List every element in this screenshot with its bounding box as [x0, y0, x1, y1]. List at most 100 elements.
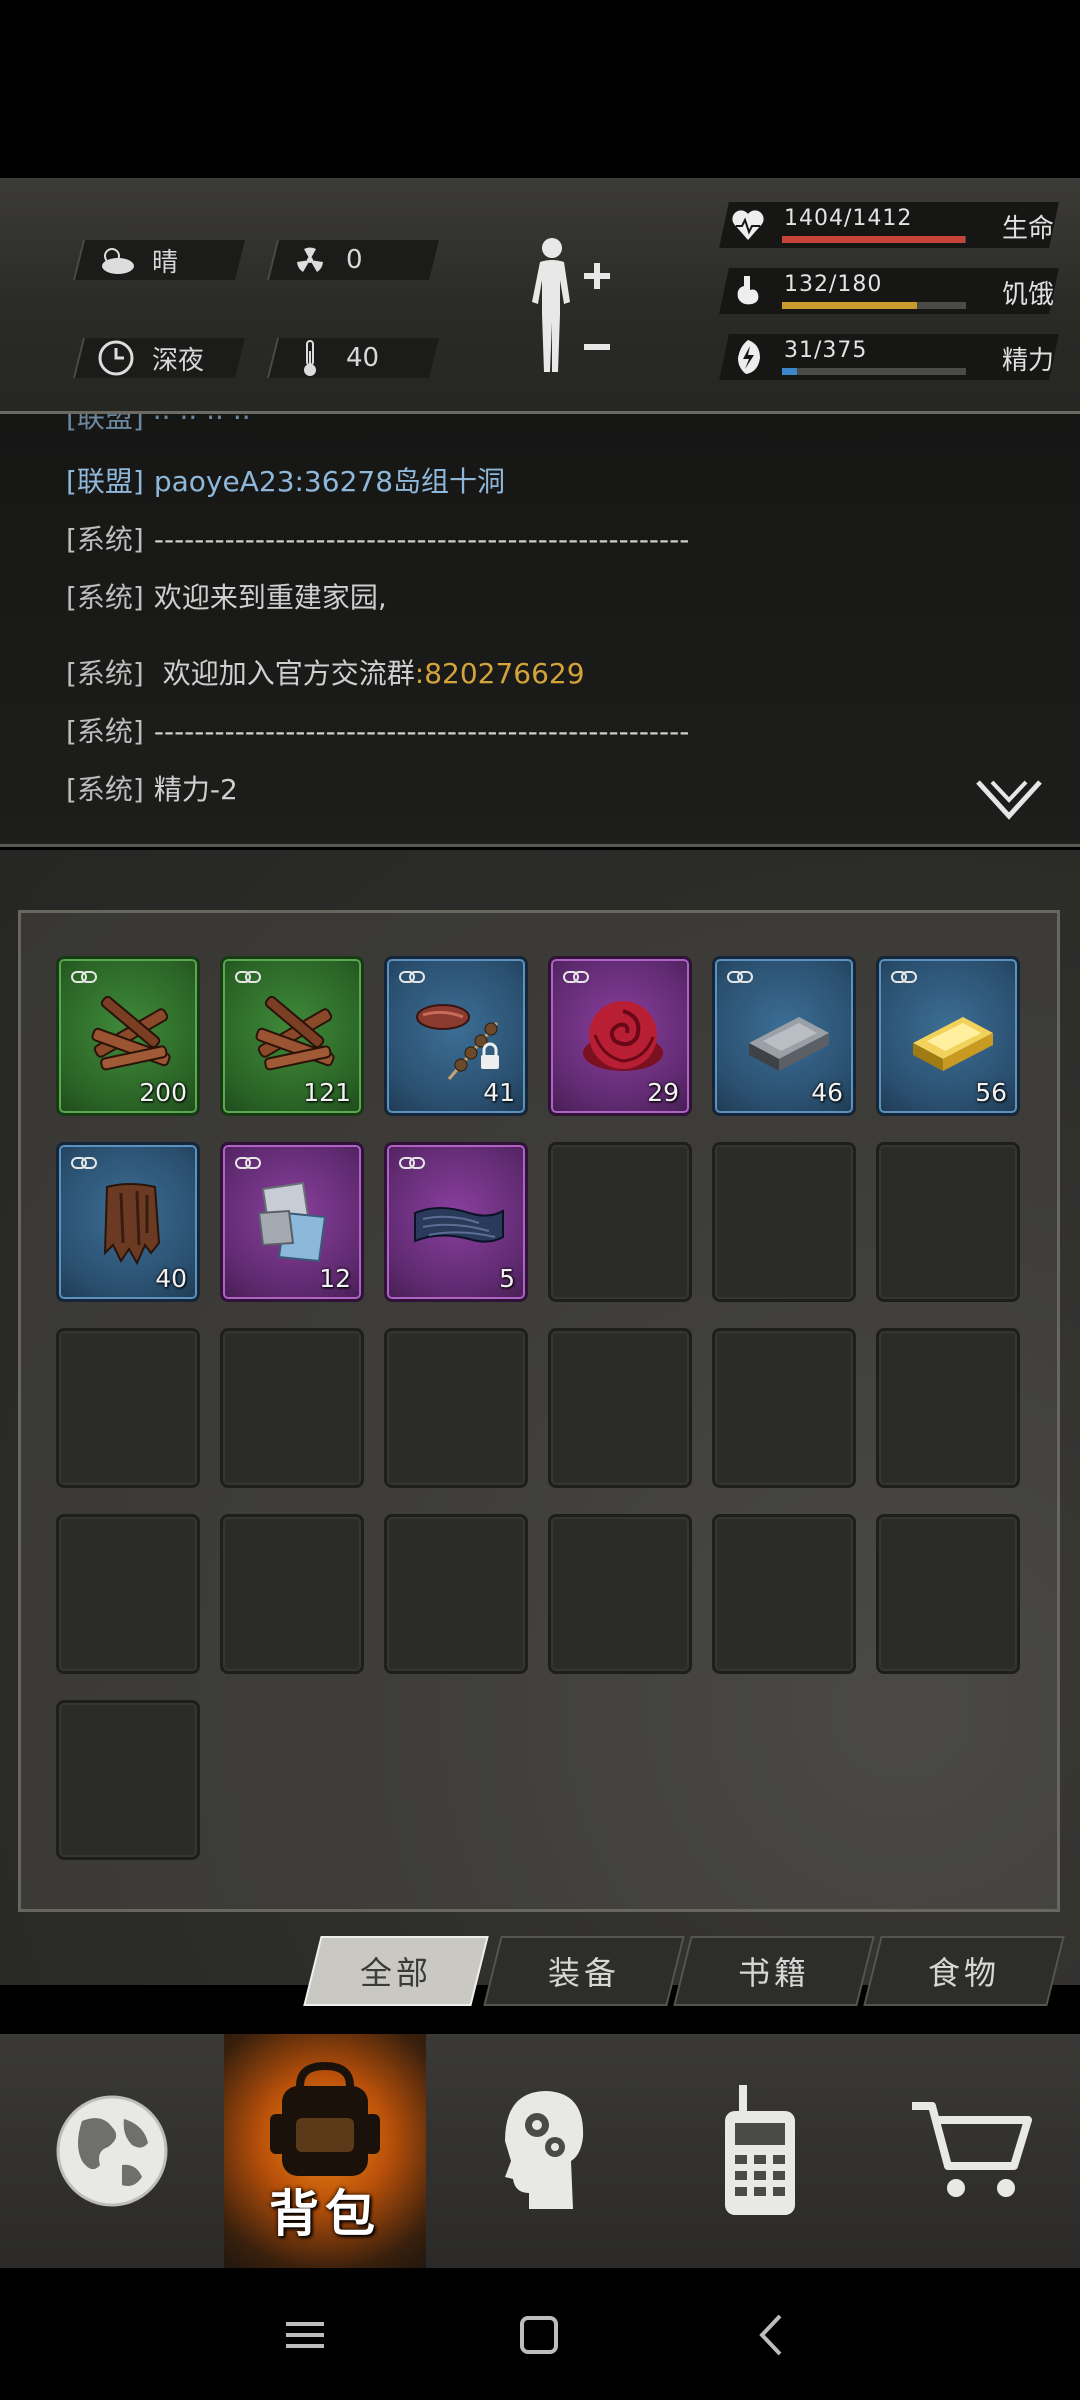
expand-chat-chevron-icon[interactable] — [974, 776, 1044, 826]
nav-radio[interactable] — [654, 2034, 866, 2268]
backpack-icon — [270, 2061, 380, 2176]
meat-skewer-icon — [409, 987, 509, 1087]
chat-tag: [联盟] — [66, 465, 144, 498]
chat-text: 精力-2 — [153, 773, 238, 806]
inventory-slot-empty[interactable] — [712, 1142, 856, 1302]
inventory-slot-empty[interactable] — [548, 1514, 692, 1674]
inventory-slot-empty[interactable] — [220, 1514, 364, 1674]
tab-label: 装备 — [547, 1954, 620, 1992]
tab-label: 书籍 — [737, 1954, 810, 1992]
chat-line: [系统] 精力-2 — [66, 768, 238, 808]
group-number-link[interactable]: :820276629 — [415, 657, 585, 690]
bound-link-icon — [71, 1155, 97, 1169]
chat-line: [联盟] paoyeA23:36278岛组十洞 — [66, 460, 505, 500]
energy-value: 31/375 — [784, 338, 868, 363]
chat-line: [系统] 欢迎来到重建家园, — [66, 576, 387, 616]
clock-icon — [94, 338, 138, 378]
menu-icon[interactable] — [280, 2310, 330, 2360]
chat-line: [联盟] ·· ·· ·· ·· — [66, 414, 251, 434]
nav-backpack-label: 背包 — [269, 2185, 381, 2243]
tab-equipment[interactable]: 装备 — [483, 1936, 685, 2006]
nav-skills[interactable] — [426, 2034, 654, 2268]
inventory-slot-rose[interactable]: 29 — [548, 956, 692, 1116]
inventory-slot-iron-ingot[interactable]: 46 — [712, 956, 856, 1116]
bound-link-icon — [399, 1155, 425, 1169]
inventory-slot-leather[interactable]: 5 — [384, 1142, 528, 1302]
item-count: 40 — [155, 1264, 187, 1293]
inventory-slot-cloth[interactable]: 12 — [220, 1142, 364, 1302]
radiation-value: 0 — [346, 245, 363, 275]
inventory-slot-empty[interactable] — [712, 1514, 856, 1674]
inventory-slot-bark[interactable]: 40 — [56, 1142, 200, 1302]
bound-link-icon — [891, 969, 917, 983]
thermometer-icon — [288, 338, 332, 378]
inventory-slot-firewood[interactable]: 121 — [220, 956, 364, 1116]
inventory-slot-empty[interactable] — [712, 1328, 856, 1488]
bound-link-icon — [399, 969, 425, 983]
health-bar-fill — [782, 236, 965, 243]
nav-shop[interactable] — [866, 2034, 1080, 2268]
temperature-chip: 40 — [267, 338, 439, 378]
inventory-slot-gold-bar[interactable]: 56 — [876, 956, 1020, 1116]
bound-link-icon — [235, 1155, 261, 1169]
radio-icon — [725, 2085, 795, 2215]
gold-bar-icon — [901, 987, 1001, 1087]
chat-log[interactable]: [联盟] ·· ·· ·· ·· [联盟] paoyeA23:36278岛组十洞 … — [0, 414, 1080, 847]
item-count: 29 — [647, 1078, 679, 1107]
inventory-slot-empty[interactable] — [220, 1328, 364, 1488]
inventory-slot-empty[interactable] — [548, 1142, 692, 1302]
tab-food[interactable]: 食物 — [863, 1936, 1065, 2006]
nav-backpack[interactable]: 背包 — [224, 2034, 426, 2268]
item-count: 41 — [483, 1078, 515, 1107]
chat-tag: [系统] — [66, 657, 144, 690]
body-status-button[interactable] — [520, 232, 630, 382]
inventory-slot-firewood[interactable]: 200 — [56, 956, 200, 1116]
energy-label: 精力 — [1001, 346, 1054, 376]
bark-icon — [81, 1173, 181, 1273]
weather-cloud-icon — [94, 240, 138, 280]
inventory-slot-empty[interactable] — [56, 1328, 200, 1488]
health-label: 生命 — [1001, 214, 1054, 244]
item-count: 12 — [319, 1264, 351, 1293]
back-icon[interactable] — [748, 2310, 798, 2360]
inventory-slot-empty[interactable] — [876, 1514, 1020, 1674]
cart-icon — [912, 2102, 1032, 2197]
tab-label: 全部 — [359, 1954, 432, 1992]
inventory-slot-empty[interactable] — [876, 1328, 1020, 1488]
bound-link-icon — [235, 969, 261, 983]
health-bar — [782, 236, 966, 243]
energy-bar — [782, 368, 966, 375]
tab-all[interactable]: 全部 — [303, 1936, 489, 2006]
chat-line: [系统] ------------------------------------… — [66, 518, 689, 558]
radiation-chip: 0 — [267, 240, 439, 280]
inventory-slot-meat-skewer[interactable]: 41 — [384, 956, 528, 1116]
inventory-slot-empty[interactable] — [56, 1700, 200, 1860]
radiation-icon — [288, 240, 332, 280]
nav-world[interactable] — [0, 2034, 224, 2268]
weather-text: 晴 — [152, 247, 179, 278]
item-count: 46 — [811, 1078, 843, 1107]
hunger-stat: 132/180 饥饿 — [719, 268, 1059, 314]
inventory-slot-empty[interactable] — [384, 1514, 528, 1674]
energy-stat: 31/375 精力 — [719, 334, 1059, 380]
bound-link-icon — [71, 969, 97, 983]
inventory-slot-empty[interactable] — [56, 1514, 200, 1674]
home-icon[interactable] — [514, 2310, 564, 2360]
firewood-icon — [245, 987, 345, 1087]
chat-tag: [系统] — [66, 773, 144, 806]
chat-tag: [系统] — [66, 523, 144, 556]
chat-text: 欢迎加入官方交流群 — [153, 657, 415, 690]
chat-text: ----------------------------------------… — [153, 523, 690, 556]
inventory-slot-empty[interactable] — [876, 1142, 1020, 1302]
health-value: 1404/1412 — [784, 206, 913, 231]
energy-bar-fill — [782, 368, 798, 375]
human-figure-icon — [532, 238, 610, 372]
tab-books[interactable]: 书籍 — [673, 1936, 875, 2006]
inventory-slot-empty[interactable] — [384, 1328, 528, 1488]
inventory-slot-empty[interactable] — [548, 1328, 692, 1488]
bound-link-icon — [563, 969, 589, 983]
hunger-bar — [782, 302, 966, 309]
brain-head-icon — [505, 2091, 584, 2209]
chat-tag: [系统] — [66, 581, 144, 614]
hunger-value: 132/180 — [784, 272, 883, 297]
